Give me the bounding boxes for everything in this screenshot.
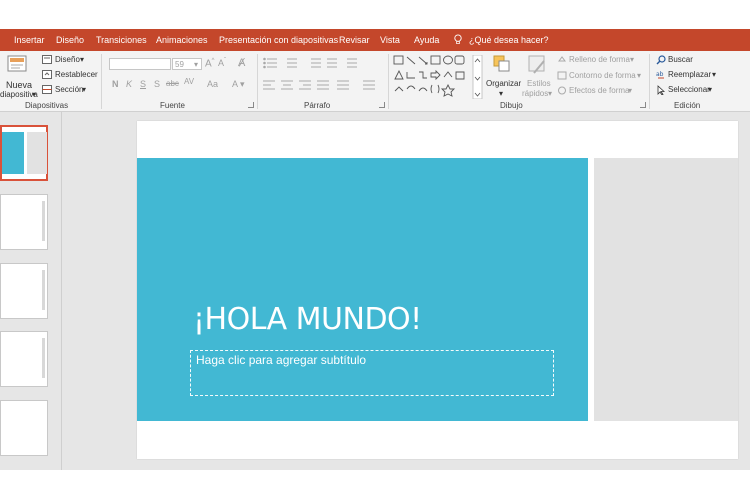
chevron-down-icon[interactable]: ▾ [80, 55, 84, 64]
slide-thumbnail-1[interactable] [0, 125, 48, 181]
thumbnail-scrollbar [42, 338, 45, 378]
list-buttons-icon[interactable] [263, 57, 383, 69]
italic-button[interactable]: K [126, 79, 132, 89]
chevron-down-icon[interactable]: ▾ [712, 70, 716, 79]
group-label-edicion: Edición [674, 101, 701, 110]
underline-button[interactable]: S [140, 79, 146, 89]
shapes-gallery-icon[interactable] [393, 55, 483, 99]
reset-button[interactable]: Restablecer [55, 70, 98, 79]
chevron-down-icon[interactable]: ▾ [637, 71, 641, 80]
char-spacing-button[interactable]: AV [184, 77, 194, 86]
chevron-down-icon[interactable]: ▾ [708, 85, 712, 94]
slide-thumbnail-5[interactable] [0, 400, 48, 456]
layout-icon [42, 55, 52, 64]
top-blank-strip [0, 0, 750, 29]
tab-revisar[interactable]: Revisar [339, 35, 370, 45]
group-separator [388, 54, 389, 109]
replace-button[interactable]: Reemplazar [668, 70, 711, 79]
chevron-down-icon[interactable]: ▾ [628, 86, 632, 95]
svg-text:ab: ab [656, 71, 664, 78]
slide-title[interactable]: ¡HOLA MUNDO! [193, 302, 422, 337]
group-label-fuente: Fuente [160, 101, 185, 110]
tab-presentacion[interactable]: Presentación con diapositivas [219, 35, 338, 45]
group-separator [101, 54, 102, 109]
section-icon [42, 85, 52, 94]
group-label-diapositivas: Diapositivas [25, 101, 69, 110]
layout-button[interactable]: Diseño [55, 55, 80, 64]
shape-outline-icon [557, 71, 567, 80]
bold-button[interactable]: N [112, 79, 119, 89]
tab-diseno[interactable]: Diseño [56, 35, 84, 45]
subtitle-placeholder-text[interactable]: Haga clic para agregar subtítulo [196, 353, 366, 367]
replace-icon: ab [656, 71, 664, 79]
chevron-down-icon[interactable]: ▾ [499, 89, 503, 98]
group-separator [649, 54, 650, 109]
shape-effects-icon [558, 86, 566, 95]
paragraph-dialog-launcher-icon[interactable] [379, 102, 385, 108]
font-size-combo[interactable]: 59 ▾ [172, 58, 202, 70]
new-slide-icon[interactable] [6, 54, 28, 74]
chevron-down-icon[interactable]: ▾ [32, 90, 36, 99]
tab-transiciones[interactable]: Transiciones [96, 35, 147, 45]
thumbnail-scrollbar [42, 201, 45, 241]
search-icon [656, 55, 666, 65]
tell-me-label: ¿Qué desea hacer? [469, 35, 549, 45]
tab-vista[interactable]: Vista [380, 35, 400, 45]
font-color-icon[interactable]: A ▾ [232, 79, 245, 90]
tell-me-box[interactable]: ¿Qué desea hacer? [453, 34, 549, 45]
chevron-down-icon[interactable]: ▾ [548, 89, 552, 98]
ribbon-tab-bar: Insertar Diseño Transiciones Animaciones… [0, 29, 750, 51]
slide-gray-panel [594, 158, 738, 421]
slide-thumbnail-3[interactable] [0, 263, 48, 319]
chevron-down-icon: ▾ [194, 60, 199, 69]
arrange-icon[interactable] [493, 55, 511, 73]
tab-ayuda[interactable]: Ayuda [414, 35, 439, 45]
clear-format-icon[interactable]: Ⱥ [238, 57, 245, 69]
group-separator [257, 54, 258, 109]
strikethrough-button[interactable]: abc [166, 79, 179, 88]
shape-effects-button[interactable]: Efectos de forma [569, 86, 629, 95]
thumbnail-gray-block [27, 132, 47, 174]
decrease-font-icon[interactable]: Aˇ [218, 58, 226, 68]
increase-font-icon[interactable]: A^ [205, 58, 215, 69]
powerpoint-window: Insertar Diseño Transiciones Animaciones… [0, 0, 750, 500]
find-button[interactable]: Buscar [668, 55, 693, 64]
chevron-down-icon[interactable]: ▾ [82, 85, 86, 94]
quick-styles-icon[interactable] [528, 55, 548, 75]
font-size-value: 59 [175, 60, 184, 69]
cursor-icon [657, 85, 666, 95]
slide-thumbnail-2[interactable] [0, 194, 48, 250]
font-name-combo[interactable] [109, 58, 171, 70]
drawing-dialog-launcher-icon[interactable] [640, 102, 646, 108]
section-button[interactable]: Sección [55, 85, 83, 94]
slide-thumbnail-pane[interactable] [0, 112, 62, 470]
bottom-blank-strip [0, 470, 750, 500]
slide-thumbnail-4[interactable] [0, 331, 48, 387]
shape-outline-button[interactable]: Contorno de forma [569, 71, 636, 80]
font-dialog-launcher-icon[interactable] [248, 102, 254, 108]
ribbon: Nueva diapositiva ▾ Diseño ▾ Restablecer… [0, 51, 750, 112]
chevron-down-icon[interactable]: ▾ [630, 55, 634, 64]
select-button[interactable]: Seleccionar [668, 85, 710, 94]
tab-insertar[interactable]: Insertar [14, 35, 45, 45]
shadow-button[interactable]: S [154, 79, 160, 89]
reset-icon [42, 70, 52, 79]
thumbnail-teal-block [2, 132, 24, 174]
shape-fill-button[interactable]: Relleno de forma [569, 55, 630, 64]
group-label-dibujo: Dibujo [500, 101, 523, 110]
change-case-button[interactable]: Aa [207, 79, 218, 89]
shape-fill-icon [558, 56, 566, 62]
quick-styles-label-2[interactable]: rápidos [522, 89, 548, 98]
arrange-button[interactable]: Organizar [486, 79, 521, 88]
lightbulb-icon [454, 34, 462, 44]
quick-styles-label[interactable]: Estilos [527, 79, 551, 88]
tab-animaciones[interactable]: Animaciones [156, 35, 208, 45]
thumbnail-scrollbar [42, 270, 45, 310]
align-buttons-icon[interactable] [263, 79, 383, 91]
new-slide-label[interactable]: Nueva [6, 80, 32, 90]
group-label-parrafo: Párrafo [304, 101, 331, 110]
